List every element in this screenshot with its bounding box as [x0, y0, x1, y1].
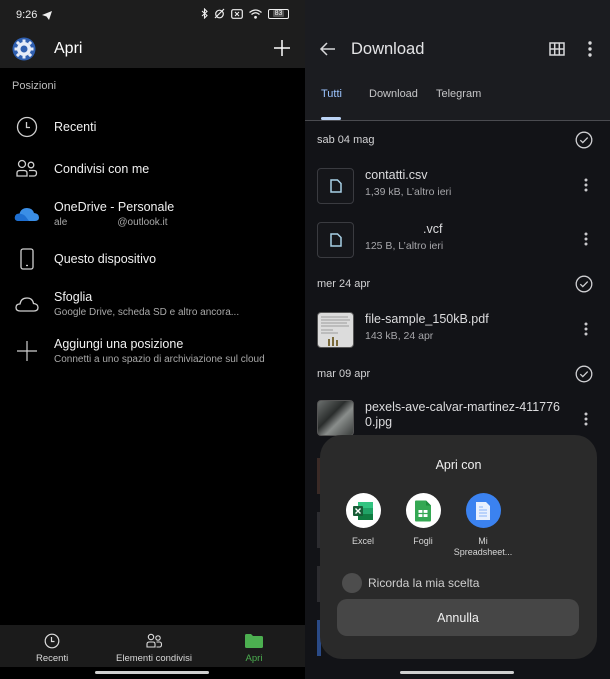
excel-icon [345, 493, 381, 528]
bottom-navigation: Recenti Elementi condivisi Apri [0, 625, 305, 667]
more-options-icon[interactable] [587, 40, 593, 58]
location-item-this-device[interactable]: Questo dispositivo [0, 236, 305, 281]
location-item-add-location[interactable]: Aggiungi una posizione Connetti a uno sp… [0, 328, 305, 373]
status-time: 9:26 [16, 9, 38, 21]
app-header: Apri [0, 30, 305, 68]
folder-title: Download [351, 40, 425, 58]
location-item-shared-with-me[interactable]: Condivisi con me [0, 146, 305, 191]
no-sim-icon [231, 8, 243, 19]
nav-tab-open[interactable]: Apri [245, 629, 263, 664]
left-screen-onedrive-open: 9:26 83 Apri Posizioni Recenti Condivisi… [0, 0, 305, 679]
folder-icon [245, 632, 263, 650]
grid-view-icon[interactable] [549, 42, 565, 56]
section-label-positions: Posizioni [12, 80, 57, 92]
tab-telegram[interactable]: Telegram [436, 88, 481, 100]
file-more-icon[interactable] [584, 412, 588, 426]
file-meta: 125 B, L’altro ieri [365, 240, 444, 252]
file-name: pexels-ave-calvar-martinez-411776 0.jpg [365, 400, 560, 429]
sheets-icon [405, 493, 441, 528]
home-indicator[interactable] [400, 671, 514, 674]
right-screen-files-download: Download Tutti Download Telegram sab 04 … [305, 0, 610, 679]
location-item-browse[interactable]: Sfoglia Google Drive, scheda SD e altro … [0, 281, 305, 326]
select-group-check-icon[interactable] [575, 131, 593, 149]
sheet-title: Apri con [435, 458, 482, 472]
app-logo-gear-icon [12, 37, 36, 61]
file-more-icon[interactable] [584, 232, 588, 246]
status-bar: 9:26 83 [0, 0, 305, 30]
cancel-button[interactable]: Annulla [337, 599, 579, 636]
shared-people-icon [14, 156, 40, 182]
date-group-header: mer 24 apr [305, 273, 610, 297]
tab-download[interactable]: Download [369, 88, 418, 100]
location-item-onedrive[interactable]: OneDrive - Personale ale @outlook.it [0, 191, 305, 236]
file-meta: 1,39 kB, L’altro ieri [365, 186, 452, 198]
pdf-thumbnail [317, 312, 354, 348]
select-group-check-icon[interactable] [575, 275, 593, 293]
select-group-check-icon[interactable] [575, 365, 593, 383]
date-group-header: sab 04 mag [305, 129, 610, 153]
plus-icon [14, 338, 40, 364]
battery-indicator: 83 [268, 8, 289, 19]
nav-tab-recent[interactable]: Recenti [36, 629, 68, 664]
file-name: contatti.csv [365, 168, 428, 182]
mi-spreadsheet-icon [465, 493, 501, 528]
active-tab-indicator [321, 117, 341, 120]
app-option-mi-spreadsheet[interactable]: Mi Spreadsheet... [448, 493, 518, 558]
shared-people-icon [145, 632, 163, 650]
wifi-icon [249, 8, 262, 19]
location-item-recent[interactable]: Recenti [0, 104, 305, 149]
file-row[interactable]: file-sample_150kB.pdf 143 kB, 24 apr [305, 308, 610, 354]
file-row[interactable]: .vcf 125 B, L’altro ieri [305, 218, 610, 264]
nav-tab-shared-items[interactable]: Elementi condivisi [116, 629, 192, 664]
filter-tabs: Tutti Download Telegram [305, 88, 610, 108]
clock-icon [14, 114, 40, 140]
file-row[interactable]: contatti.csv 1,39 kB, L’altro ieri [305, 164, 610, 210]
home-indicator[interactable] [95, 671, 209, 674]
file-meta: 143 kB, 24 apr [365, 330, 434, 342]
open-with-sheet: Apri con Excel Fogli Mi Spreadsheet... R… [320, 435, 597, 659]
back-arrow-icon[interactable] [319, 40, 337, 58]
bluetooth-icon [201, 8, 208, 19]
tab-all[interactable]: Tutti [321, 88, 342, 100]
remember-choice-radio[interactable] [342, 573, 362, 593]
cloud-outline-icon [14, 291, 40, 317]
add-button-plus-icon[interactable] [271, 37, 293, 59]
phone-icon [14, 246, 40, 272]
document-file-icon [317, 168, 354, 204]
file-name: file-sample_150kB.pdf [365, 312, 489, 326]
file-more-icon[interactable] [584, 178, 588, 192]
clock-icon [44, 632, 60, 650]
onedrive-cloud-icon [14, 201, 40, 227]
alarm-off-icon [214, 8, 225, 19]
file-more-icon[interactable] [584, 322, 588, 336]
photo-thumbnail [317, 400, 354, 436]
file-name: .vcf [423, 222, 443, 236]
telegram-notification-icon [42, 10, 53, 20]
remember-choice-option[interactable]: Ricorda la mia scelta [342, 573, 479, 593]
page-title: Apri [54, 40, 83, 57]
document-file-icon [317, 222, 354, 258]
date-group-header: mar 09 apr [305, 363, 610, 387]
files-header: Download Tutti Download Telegram [305, 0, 610, 121]
onedrive-account-email: ale @outlook.it [54, 216, 168, 228]
